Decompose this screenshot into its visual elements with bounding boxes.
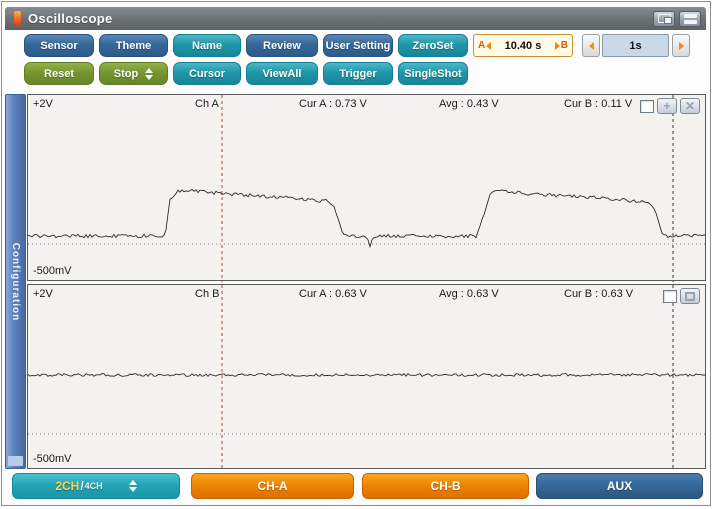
timebase-decrease-button[interactable] — [582, 34, 600, 57]
configuration-sidebar[interactable]: Configuration — [5, 94, 26, 469]
channel-b-top-voltage: +2V — [33, 288, 53, 300]
mode-spinner-icon[interactable] — [128, 480, 137, 492]
reset-button[interactable]: Reset — [24, 62, 94, 85]
channel-a-name: Ch A — [195, 98, 219, 110]
bottom-bar: 2CH / 4CH CH-A CH-B AUX — [5, 469, 706, 503]
channel-a-waveform — [28, 95, 707, 282]
plus-icon: + — [663, 99, 671, 113]
channel-a-avg-readout: Avg : 0.43 V — [439, 98, 499, 110]
channel-b-waveform — [28, 285, 707, 470]
channel-a-bottom-voltage: -500mV — [33, 265, 72, 277]
theme-button[interactable]: Theme — [99, 34, 168, 57]
channel-mode-select[interactable]: 2CH / 4CH — [12, 473, 180, 499]
left-arrow-icon — [588, 41, 594, 50]
mode-selected: 2CH — [55, 479, 80, 493]
trigger-button[interactable]: Trigger — [323, 62, 393, 85]
user-setting-button[interactable]: User Setting — [323, 34, 393, 57]
sensor-button[interactable]: Sensor — [24, 34, 94, 57]
sidebar-label: Configuration — [10, 242, 21, 321]
channel-b-avg-readout: Avg : 0.63 V — [439, 288, 499, 300]
cursor-a-marker: A — [478, 40, 492, 51]
ab-cursor-time-display[interactable]: A 10.40 s B — [473, 34, 573, 57]
screen-capture-icon — [657, 14, 672, 24]
stop-button[interactable]: Stop — [99, 62, 168, 85]
capture-view-button[interactable] — [653, 10, 675, 27]
stop-spinner-icon[interactable] — [145, 67, 154, 80]
viewall-button[interactable]: ViewAll — [246, 62, 318, 85]
timebase-increase-button[interactable] — [672, 34, 690, 57]
toolbar: Sensor Theme Name Review User Setting Ze… — [5, 30, 706, 94]
cursor-a-left-icon — [486, 41, 492, 50]
channel-a-cursor-b-readout: Cur B : 0.11 V — [564, 98, 633, 110]
close-icon: ✕ — [684, 99, 696, 113]
title-bar: Oscilloscope — [5, 7, 706, 30]
window-title: Oscilloscope — [28, 11, 113, 26]
aux-button[interactable]: AUX — [536, 473, 703, 499]
channel-a-expand-button[interactable]: + — [657, 98, 677, 114]
mode-alternate: 4CH — [84, 481, 103, 491]
ch-b-button[interactable]: CH-B — [362, 473, 529, 499]
channel-b-cursor-b-readout: Cur B : 0.63 V — [564, 288, 634, 300]
ch-a-button[interactable]: CH-A — [191, 473, 354, 499]
channel-a-close-button[interactable]: ✕ — [680, 98, 700, 114]
singleshot-button[interactable]: SingleShot — [398, 62, 468, 85]
channel-b-name: Ch B — [195, 288, 220, 300]
oscilloscope-app: Oscilloscope Sensor Theme Name Review Us… — [0, 0, 713, 509]
zeroset-button[interactable]: ZeroSet — [398, 34, 468, 57]
channel-a-checkbox[interactable] — [640, 99, 654, 113]
app-icon — [14, 11, 21, 26]
cursor-b-marker: B — [554, 40, 568, 51]
stacked-bars-icon — [683, 13, 697, 24]
channel-a-top-voltage: +2V — [33, 98, 53, 110]
cursor-b-right-icon — [554, 41, 560, 50]
right-arrow-icon — [678, 41, 684, 50]
restore-window-icon — [685, 291, 695, 301]
channel-a-cursor-a-readout: Cur A : 0.73 V — [299, 98, 367, 110]
name-button[interactable]: Name — [173, 34, 241, 57]
channel-a-pane: +2V Ch A Cur A : 0.73 V Avg : 0.43 V Cur… — [27, 94, 707, 282]
mode-separator: / — [80, 479, 84, 493]
channel-b-restore-button[interactable] — [680, 288, 700, 304]
cursor-button[interactable]: Cursor — [173, 62, 241, 85]
channel-b-checkbox[interactable] — [663, 289, 677, 303]
channel-b-pane: +2V Ch B Cur A : 0.63 V Avg : 0.63 V Cur… — [27, 284, 707, 470]
ab-time-value: 10.40 s — [504, 39, 542, 52]
review-button[interactable]: Review — [246, 34, 318, 57]
channel-b-bottom-voltage: -500mV — [33, 453, 72, 465]
sidebar-end-cap — [8, 456, 23, 466]
channel-b-cursor-a-readout: Cur A : 0.63 V — [299, 288, 367, 300]
layout-panels-button[interactable] — [679, 10, 701, 27]
timebase-value-field[interactable]: 1s — [602, 34, 669, 57]
